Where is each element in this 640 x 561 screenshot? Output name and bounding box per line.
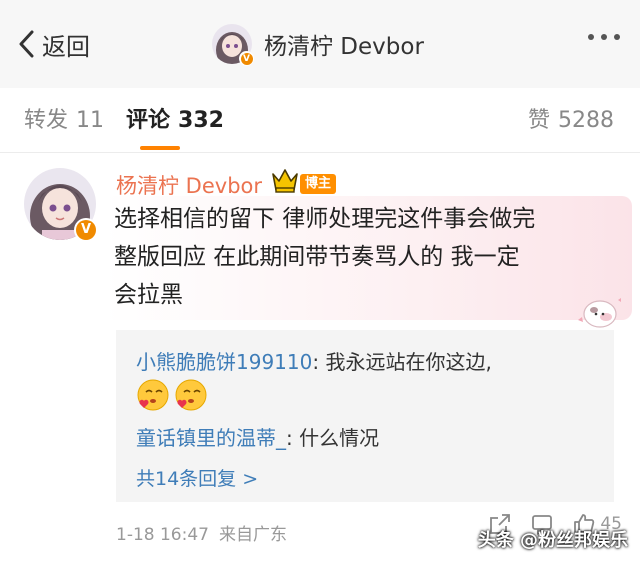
watermark: 头条 @粉丝邦娱乐 [477,530,628,551]
tab-repost[interactable]: 转发 11 [24,102,104,134]
tab-count: 332 [178,108,224,133]
tab-likes[interactable]: 赞 5288 [528,102,614,134]
crown-icon [272,169,298,193]
tab-count: 11 [76,108,105,133]
kiss-emoji-icon [175,379,207,411]
reply-text: : 我永远站在你这边, [312,350,492,374]
tab-label: 评论 [126,108,171,133]
page-title: 杨清柠 Devbor [264,34,424,60]
header-title-group[interactable]: V 杨清柠 Devbor [212,22,424,66]
comment-meta: 1-18 16:47 来自广东 [116,520,287,545]
reply-username[interactable]: 小熊脆脆饼199110 [136,350,312,374]
avatar[interactable]: V [212,24,254,66]
top-nav-bar: 返回 V 杨清柠 Devbor [0,0,640,88]
verified-v-icon: V [74,218,98,242]
more-options-button[interactable] [588,34,620,40]
more-dots-icon [601,34,607,40]
kiss-emoji-icon [137,379,169,411]
comment-author-name[interactable]: 杨清柠 Devbor [116,170,262,200]
verified-v-icon: V [239,51,254,66]
comment-text-line: 整版回应 在此期间带节奏骂人的 我一定 [114,244,520,270]
comment-text-line: 会拉黑 [114,282,183,308]
comment-author-avatar[interactable]: V [24,168,98,242]
tab-comments[interactable]: 评论 332 [126,102,224,134]
reply-item: 小熊脆脆饼199110: 我永远站在你这边, [136,346,492,375]
author-badge: 博主 [300,174,337,194]
active-tab-indicator [140,146,180,150]
comment-source: 来自广东 [218,525,287,545]
reply-emoji-row [136,378,208,412]
tab-label: 赞 [527,108,550,133]
comment-text: 选择相信的留下 律师处理完这件事会做完 整版回应 在此期间带节奏骂人的 我一定 … [114,200,594,314]
replies-panel: 小熊脆脆饼199110: 我永远站在你这边, 童话镇里的温蒂_: 什么情况 共1… [116,330,614,502]
tab-bar: 转发 11 评论 332 赞 5288 [0,88,640,153]
view-all-replies-link[interactable]: 共14条回复 > [136,464,258,491]
reply-item: 童话镇里的温蒂_: 什么情况 [136,422,379,451]
reply-text: : 什么情况 [286,426,380,450]
chevron-left-icon [19,30,34,58]
cow-sticker-icon [578,298,621,328]
back-button[interactable]: 返回 [18,24,90,64]
tab-count: 5288 [558,108,614,133]
comment-text-line: 选择相信的留下 律师处理完这件事会做完 [114,206,536,232]
more-dots-icon [588,34,594,40]
more-dots-icon [614,34,620,40]
comment-time: 1-18 16:47 [116,525,209,545]
reply-username[interactable]: 童话镇里的温蒂_ [136,426,286,450]
back-label: 返回 [42,32,90,61]
tab-label: 转发 [24,108,69,133]
